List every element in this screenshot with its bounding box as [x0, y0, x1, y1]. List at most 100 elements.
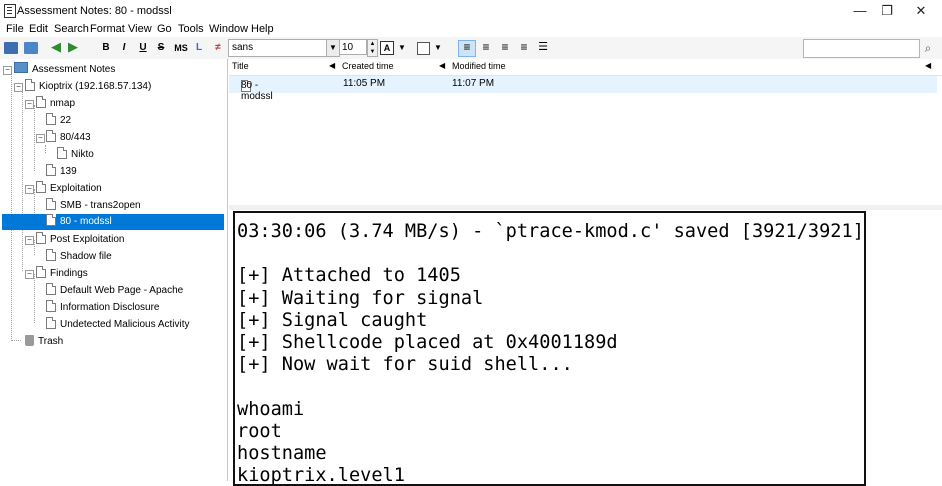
underline-button[interactable]: U — [137, 40, 149, 56]
highlight-color-dropdown[interactable]: ▼ — [434, 40, 442, 56]
tree-item-shadow-file[interactable]: Shadow file — [46, 249, 112, 265]
tree-item-information-disclosure[interactable]: Information Disclosure — [46, 300, 159, 316]
font-name-select[interactable]: sans ▼ — [228, 39, 340, 57]
text-color-dropdown[interactable]: ▼ — [398, 40, 406, 56]
collapse-toggle[interactable]: − — [25, 185, 34, 194]
tree-item-label: 80 - modssl — [60, 216, 112, 227]
menu-help[interactable]: Help — [251, 23, 274, 35]
table-row[interactable]: 80 - modssl 11:05 PM 11:07 PM — [229, 76, 937, 102]
column-resize-arrow-icon[interactable]: ◀ — [439, 61, 445, 70]
menu-window[interactable]: Window — [209, 23, 248, 35]
tree-item-80-443[interactable]: 80/443 — [46, 130, 91, 146]
tree-guide — [45, 145, 46, 153]
tree-item-root[interactable]: Assessment Notes — [14, 62, 115, 78]
column-resize-arrow-icon[interactable]: ◀ — [925, 61, 931, 70]
editor-line: [+] Signal caught — [237, 309, 428, 331]
tree-item-default-web-page[interactable]: Default Web Page - Apache — [46, 283, 183, 299]
menu-edit[interactable]: Edit — [29, 23, 48, 35]
column-header-created[interactable]: Created time — [342, 61, 394, 71]
row-created: 11:05 PM — [343, 78, 386, 89]
tree-item-22[interactable]: 22 — [46, 113, 71, 129]
bold-button[interactable]: B — [100, 40, 112, 56]
collapse-toggle[interactable]: − — [14, 83, 23, 92]
note-list-header: Title ◀ Created time ◀ Modified time ◀ — [229, 59, 942, 76]
tree-item-undetected-malicious-activity[interactable]: Undetected Malicious Activity — [46, 317, 190, 333]
editor-line: kioptrix.level1 — [237, 465, 405, 486]
note-icon — [46, 214, 56, 226]
menu-go[interactable]: Go — [157, 23, 172, 35]
close-button[interactable]: ✕ — [906, 2, 936, 20]
editor-line: 03:30:06 (3.74 MB/s) - `ptrace-kmod.c' s… — [237, 221, 864, 242]
strikethrough-button[interactable]: S — [155, 40, 167, 56]
collapse-toggle[interactable]: − — [3, 66, 12, 75]
tree-guide — [11, 340, 21, 341]
menu-format[interactable]: Format — [90, 23, 125, 35]
align-left-icon[interactable]: ≡ — [458, 40, 476, 57]
tree-item-findings[interactable]: Findings — [36, 266, 88, 282]
tree-item-exploitation[interactable]: Exploitation — [36, 181, 102, 197]
collapse-toggle[interactable]: − — [36, 134, 45, 143]
note-editor[interactable]: 03:30:06 (3.74 MB/s) - `ptrace-kmod.c' s… — [233, 211, 866, 486]
tree-item-139[interactable]: 139 — [46, 164, 77, 180]
row-modified: 11:07 PM — [452, 78, 495, 89]
bullet-list-icon[interactable]: ☰ — [536, 40, 550, 56]
text-color-icon[interactable]: A — [380, 41, 394, 55]
new-folder-icon[interactable] — [4, 42, 18, 54]
note-icon — [36, 96, 46, 108]
column-header-title[interactable]: Title — [232, 61, 249, 71]
search-input[interactable] — [803, 39, 920, 58]
note-icon — [46, 164, 56, 176]
note-icon — [36, 232, 46, 244]
align-right-icon[interactable]: ≡ — [498, 40, 512, 56]
tree-guide — [34, 105, 35, 171]
note-icon — [46, 300, 56, 312]
font-size-input[interactable]: 10 — [339, 39, 367, 55]
tree-item-post-exploitation[interactable]: Post Exploitation — [36, 232, 125, 248]
tree-item-nmap[interactable]: nmap — [36, 96, 75, 112]
tree-item-label: Findings — [50, 268, 88, 279]
back-arrow-icon[interactable]: ◀ — [50, 40, 62, 56]
trash-icon — [25, 335, 34, 346]
tree-item-label: SMB - trans2open — [60, 200, 141, 211]
note-icon — [46, 198, 56, 210]
clear-format-icon[interactable]: ≠ — [212, 40, 224, 56]
column-resize-arrow-icon[interactable]: ◀ — [329, 61, 335, 70]
tree-item-smb-trans2open[interactable]: SMB - trans2open — [46, 198, 141, 214]
editor-line: hostname — [237, 442, 327, 464]
font-size-spinner[interactable]: ▲ ▼ — [367, 39, 378, 57]
chevron-down-icon[interactable]: ▼ — [326, 40, 339, 56]
collapse-toggle[interactable]: − — [25, 236, 34, 245]
tree-item-label: Undetected Malicious Activity — [60, 319, 190, 330]
minimize-button[interactable]: — — [845, 2, 875, 20]
tree-item-label: 80/443 — [60, 132, 91, 143]
tree-item-80-modssl[interactable]: 80 - modssl — [2, 214, 224, 230]
tree-item-trash[interactable]: Trash — [25, 334, 63, 350]
monospace-button[interactable]: MS — [173, 40, 189, 56]
tree-item-label: Nikto — [71, 149, 94, 160]
collapse-toggle[interactable]: − — [25, 270, 34, 279]
pane-splitter[interactable] — [229, 205, 942, 210]
tree-item-kioptrix[interactable]: Kioptrix (192.168.57.134) — [25, 79, 151, 95]
window-title: Assessment Notes: 80 - modssl — [17, 5, 172, 17]
note-icon — [46, 249, 56, 261]
new-note-icon[interactable] — [24, 42, 38, 54]
restore-button[interactable]: ❐ — [872, 2, 902, 20]
menu-search[interactable]: Search — [54, 23, 89, 35]
note-icon — [25, 79, 35, 91]
italic-button[interactable]: I — [118, 40, 130, 56]
tree-item-nikto[interactable]: Nikto — [57, 147, 94, 163]
search-icon[interactable]: ⌕ — [921, 40, 935, 56]
menu-view[interactable]: View — [128, 23, 152, 35]
forward-arrow-icon[interactable]: ▶ — [67, 40, 79, 56]
menu-tools[interactable]: Tools — [178, 23, 204, 35]
indent-icon[interactable]: L — [194, 40, 204, 56]
align-center-icon[interactable]: ≡ — [479, 40, 493, 56]
tree-item-label: Post Exploitation — [50, 234, 125, 245]
note-icon — [46, 317, 56, 329]
justify-icon[interactable]: ≡ — [517, 40, 531, 56]
menu-file[interactable]: File — [6, 23, 24, 35]
highlight-color-icon[interactable] — [417, 42, 430, 55]
collapse-toggle[interactable]: − — [25, 100, 34, 109]
column-header-modified[interactable]: Modified time — [452, 61, 506, 71]
